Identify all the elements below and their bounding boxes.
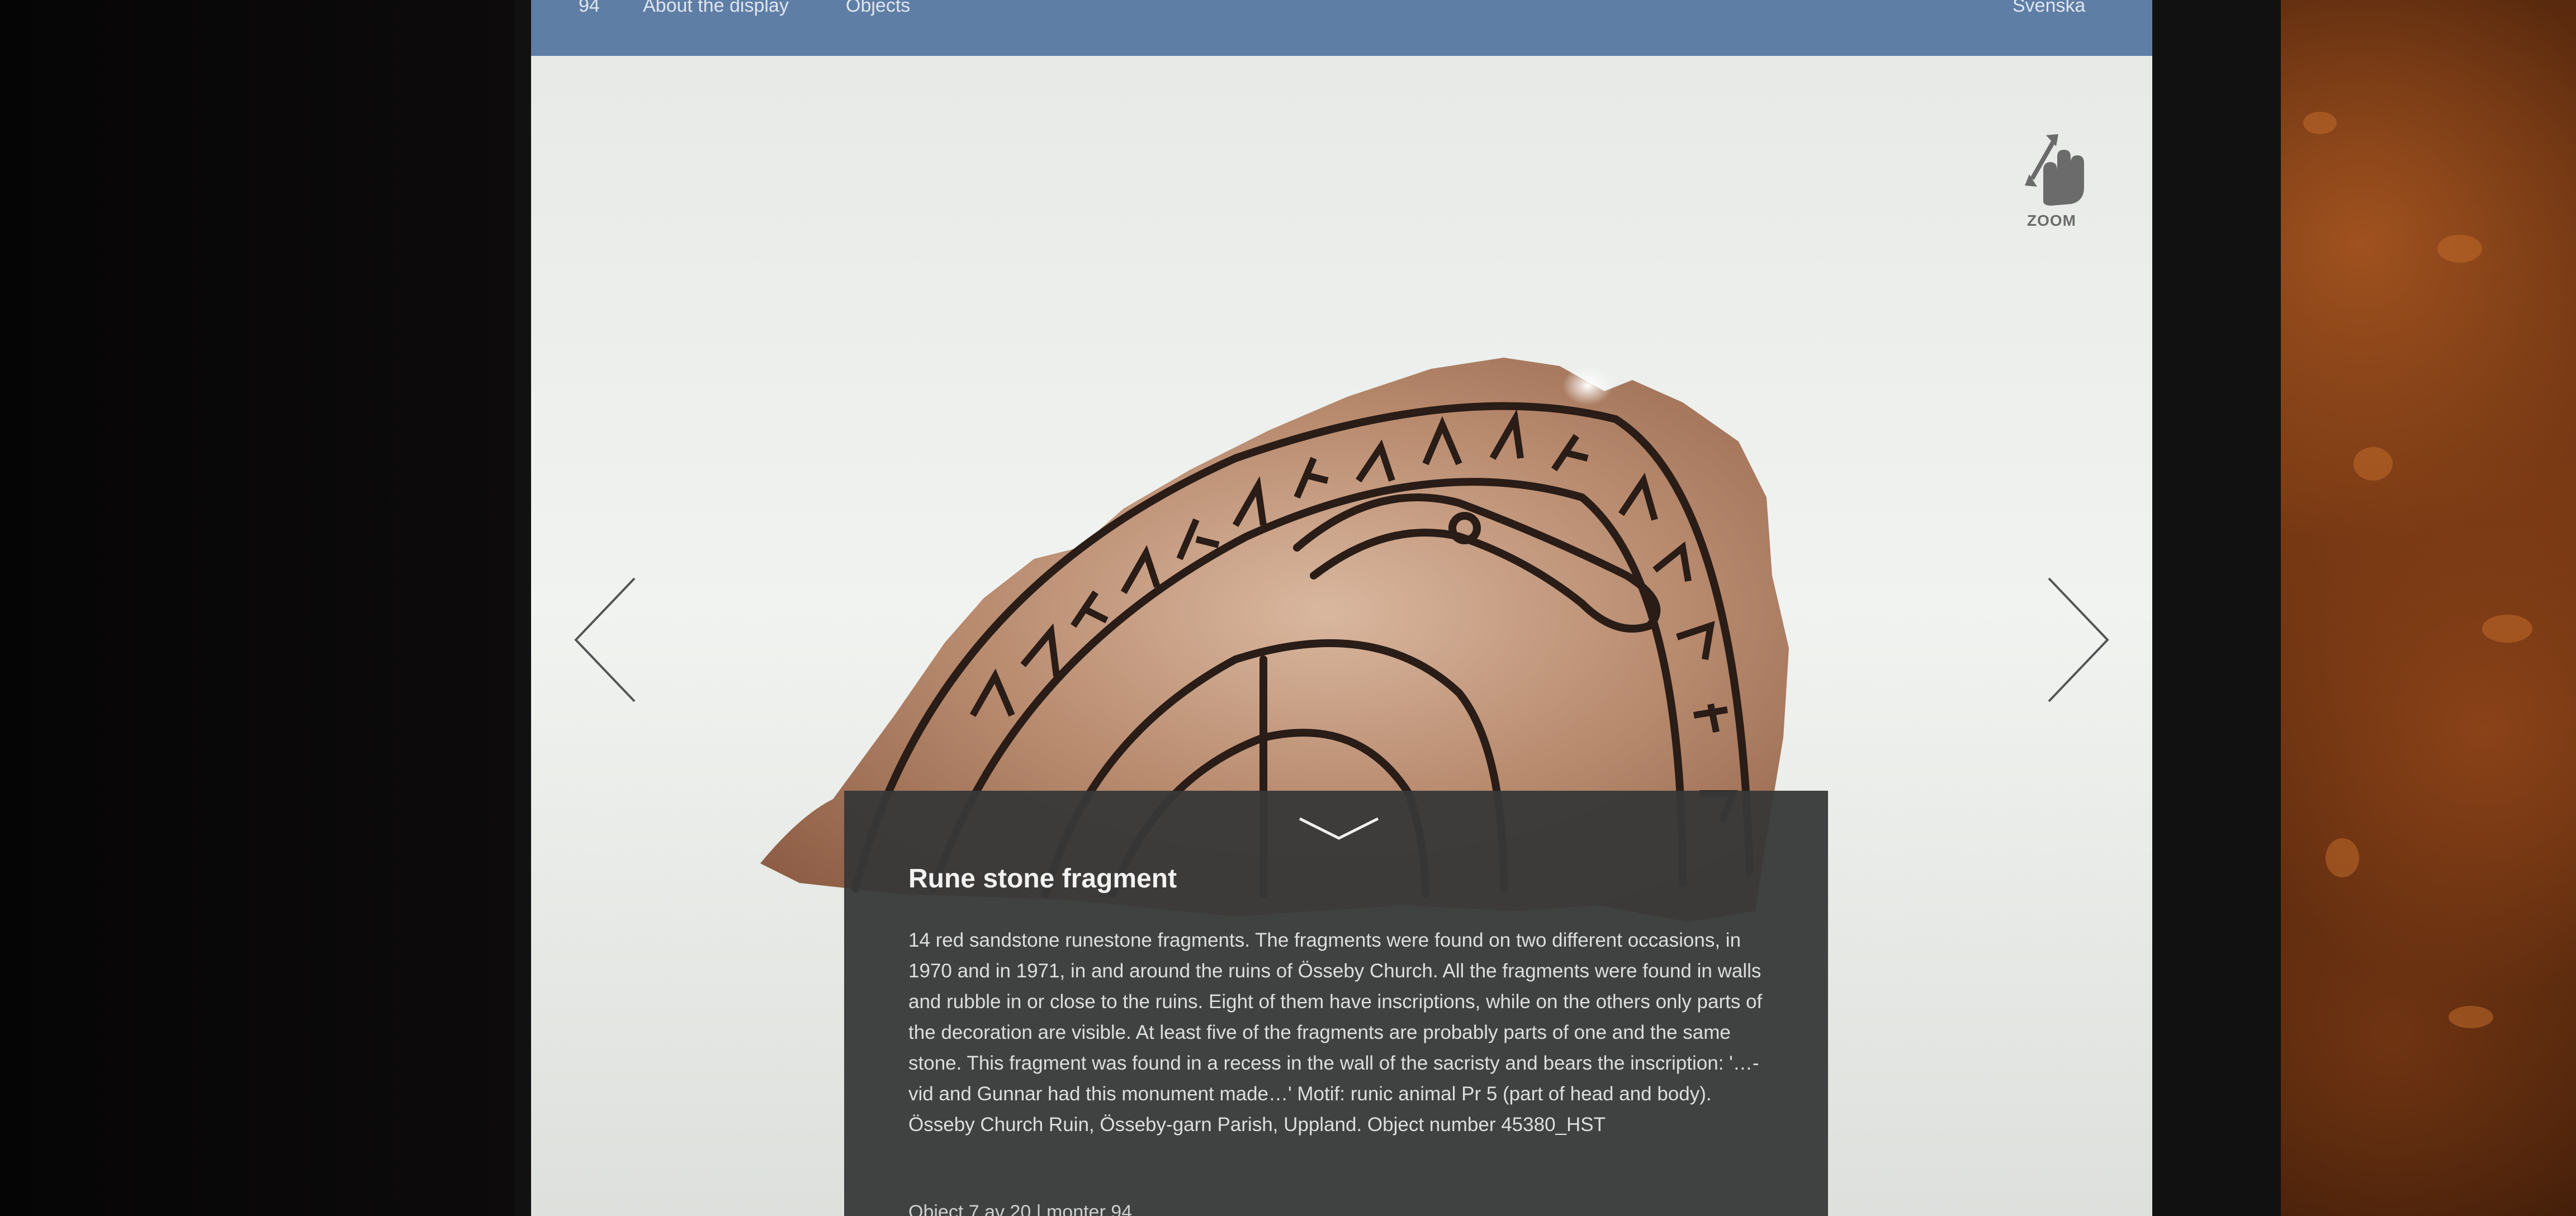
nav-objects[interactable]: Objects — [846, 0, 910, 15]
object-counter: Object 7 av 20 | monter 94 — [908, 1201, 1133, 1216]
object-info-panel: Rune stone fragment 14 red sandstone run… — [844, 791, 1828, 1216]
language-switch[interactable]: Svenska — [2012, 0, 2085, 15]
chevron-left-icon[interactable] — [573, 576, 640, 704]
kiosk-screen: 94 About the display Objects Svenska ZOO… — [531, 0, 2152, 1216]
pinch-zoom-icon — [2025, 134, 2084, 206]
stone-wall — [2270, 0, 2576, 1216]
chevron-right-icon[interactable] — [2043, 576, 2110, 704]
top-navigation-bar: 94 About the display Objects Svenska — [531, 0, 2152, 56]
chevron-down-icon[interactable] — [1297, 813, 1381, 847]
zoom-button[interactable]: ZOOM — [2012, 117, 2091, 235]
nav-about-display[interactable]: About the display — [643, 0, 789, 15]
object-description: 14 red sandstone runestone fragments. Th… — [908, 929, 1763, 1136]
object-title: Rune stone fragment — [908, 864, 1177, 894]
display-number[interactable]: 94 — [579, 0, 600, 15]
zoom-label: ZOOM — [2027, 212, 2076, 229]
